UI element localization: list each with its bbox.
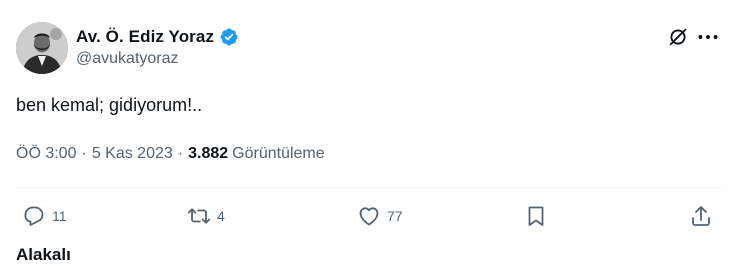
tweet-time[interactable]: ÖÖ 3:00 [16, 143, 76, 165]
avatar-image [16, 22, 68, 74]
repost-count: 4 [217, 208, 225, 224]
bookmark-icon [524, 204, 548, 228]
share-button[interactable] [689, 200, 713, 232]
tweet-text: ben kemal; gidiyorum!.. [16, 95, 203, 115]
grok-icon[interactable] [667, 26, 689, 48]
name-line: Av. Ö. Ediz Yoraz [76, 26, 239, 48]
repost-button[interactable]: 4 [187, 200, 225, 232]
reply-icon [22, 204, 46, 228]
like-count: 77 [387, 208, 403, 224]
share-icon [689, 204, 713, 228]
views-count[interactable]: 3.882 [188, 143, 228, 165]
views-label[interactable]: Görüntüleme [232, 143, 325, 165]
reply-count: 11 [52, 208, 67, 224]
meta-separator: · [177, 145, 184, 162]
tweet-header: Av. Ö. Ediz Yoraz @avukatyoraz [16, 22, 721, 74]
tweet-meta: ÖÖ 3:00 · 5 Kas 2023 · 3.882 Görüntüleme [16, 143, 325, 165]
user-handle[interactable]: @avukatyoraz [76, 50, 179, 68]
reply-button[interactable]: 11 [22, 200, 67, 232]
tweet-date[interactable]: 5 Kas 2023 [92, 143, 173, 165]
more-horizontal-icon[interactable] [695, 24, 721, 50]
divider [16, 187, 721, 188]
bookmark-button[interactable] [524, 200, 548, 232]
avatar[interactable] [16, 22, 68, 74]
like-icon [357, 204, 381, 228]
display-name[interactable]: Av. Ö. Ediz Yoraz [76, 27, 214, 47]
related-heading: Alakalı [16, 245, 71, 264]
verified-badge-icon [219, 27, 239, 47]
like-button[interactable]: 77 [357, 200, 403, 232]
action-bar: 11 4 77 [16, 200, 721, 232]
meta-separator: · [81, 145, 87, 162]
repost-icon [187, 204, 211, 228]
